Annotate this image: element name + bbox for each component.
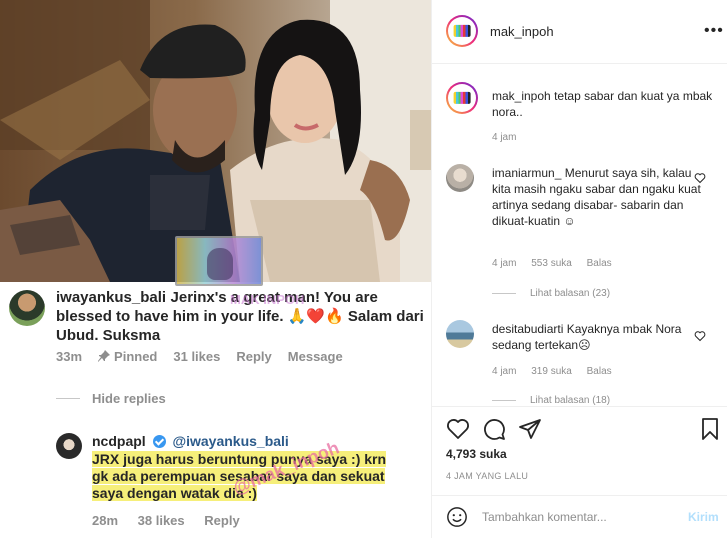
like-comment-heart-icon[interactable] bbox=[694, 172, 706, 184]
caption-username[interactable]: mak_inpoh bbox=[492, 89, 551, 103]
pin-icon bbox=[98, 350, 111, 362]
reply-button[interactable]: Reply bbox=[236, 349, 271, 364]
comment-meta: 4 jam 319 suka Balas bbox=[492, 366, 624, 377]
comment-time: 4 jam bbox=[492, 258, 517, 269]
comment-time: 33m bbox=[56, 349, 83, 364]
save-bookmark-icon[interactable] bbox=[698, 417, 722, 441]
reply-button[interactable]: Balas bbox=[587, 366, 612, 377]
send-comment-button[interactable]: Kirim bbox=[688, 510, 719, 524]
avatar[interactable] bbox=[9, 290, 45, 326]
tv-logo-icon bbox=[453, 24, 471, 38]
pinned-indicator: Pinned bbox=[98, 349, 157, 364]
comment-username[interactable]: iwayankus_bali bbox=[56, 289, 166, 306]
view-replies-label: Lihat balasan (23) bbox=[530, 288, 611, 299]
view-replies-label: Lihat balasan (18) bbox=[530, 395, 611, 405]
post-timestamp: 4 JAM YANG LALU bbox=[446, 471, 529, 481]
reply-header: ncdpapl @iwayankus_bali bbox=[92, 433, 289, 449]
reply-button[interactable]: Reply bbox=[204, 513, 239, 528]
pinned-label: Pinned bbox=[114, 349, 158, 364]
reply-time: 28m bbox=[92, 513, 119, 528]
likes-count[interactable]: 4,793 suka bbox=[446, 447, 507, 461]
avatar[interactable] bbox=[446, 164, 474, 192]
divider bbox=[56, 398, 80, 399]
comment-body: desitabudiarti Kayaknya mbak Nora sedang… bbox=[492, 321, 704, 353]
comment-body: iwayankus_bali Jerinx's a great man! You… bbox=[56, 288, 426, 345]
reply-button[interactable]: Balas bbox=[587, 258, 612, 269]
reply-meta: 28m 38 likes Reply bbox=[92, 513, 256, 528]
reply-text: JRX juga harus beruntung punya saya :) k… bbox=[92, 451, 387, 501]
more-options-icon[interactable]: ••• bbox=[704, 22, 724, 40]
comment-likes[interactable]: 319 suka bbox=[531, 366, 572, 377]
header-username[interactable]: mak_inpoh bbox=[490, 24, 554, 39]
caption-avatar[interactable] bbox=[446, 82, 478, 114]
like-comment-heart-icon[interactable] bbox=[694, 330, 706, 342]
add-comment-bar: Kirim bbox=[432, 495, 727, 538]
comment-meta: 33m Pinned 31 likes Reply Message bbox=[56, 349, 359, 364]
share-paper-plane-icon[interactable] bbox=[518, 417, 542, 441]
message-button[interactable]: Message bbox=[288, 349, 343, 364]
comment-time: 4 jam bbox=[492, 366, 517, 377]
divider bbox=[492, 399, 516, 401]
post-side-panel: mak_inpoh ••• mak_inpoh tetap sabar dan … bbox=[432, 0, 727, 538]
caption-body: mak_inpoh tetap sabar dan kuat ya mbak n… bbox=[492, 88, 714, 120]
view-replies-button[interactable]: Lihat balasan (23) bbox=[492, 288, 610, 299]
avatar[interactable] bbox=[446, 320, 474, 348]
reply-text-wrapper: JRX juga harus beruntung punya saya :) k… bbox=[92, 451, 402, 502]
comment-meta: 4 jam 553 suka Balas bbox=[492, 258, 624, 269]
verified-badge-icon bbox=[152, 435, 166, 448]
post-actions: 4,793 suka 4 JAM YANG LALU Kirim bbox=[432, 406, 727, 538]
post-media: iwayankus_bali Jerinx's a great man! You… bbox=[0, 0, 432, 538]
divider bbox=[492, 293, 516, 294]
comment-username[interactable]: imaniarmun_ bbox=[492, 166, 561, 180]
reply-username[interactable]: ncdpapl bbox=[92, 433, 146, 449]
comment-likes[interactable]: 553 suka bbox=[531, 258, 572, 269]
comment-likes[interactable]: 31 likes bbox=[173, 349, 220, 364]
avatar[interactable] bbox=[56, 433, 82, 459]
comment-bubble-icon[interactable] bbox=[482, 417, 506, 441]
comment-input[interactable] bbox=[482, 504, 672, 530]
hide-replies-button[interactable]: Hide replies bbox=[56, 391, 166, 406]
like-heart-icon[interactable] bbox=[446, 417, 470, 441]
hide-replies-label: Hide replies bbox=[92, 391, 166, 406]
account-avatar[interactable] bbox=[446, 15, 478, 47]
post-header: mak_inpoh ••• bbox=[432, 0, 727, 64]
caption-time: 4 jam bbox=[492, 132, 517, 143]
tv-logo-icon bbox=[453, 91, 471, 105]
view-replies-button[interactable]: Lihat balasan (18) bbox=[492, 395, 610, 405]
watermark-logo bbox=[175, 236, 263, 286]
comment-body: imaniarmun_ Menurut saya sih, kalau kita… bbox=[492, 165, 704, 229]
reply-likes[interactable]: 38 likes bbox=[138, 513, 185, 528]
emoji-icon[interactable] bbox=[446, 506, 468, 528]
reply-mention[interactable]: @iwayankus_bali bbox=[172, 433, 288, 449]
comment-username[interactable]: desitabudiarti bbox=[492, 322, 563, 336]
